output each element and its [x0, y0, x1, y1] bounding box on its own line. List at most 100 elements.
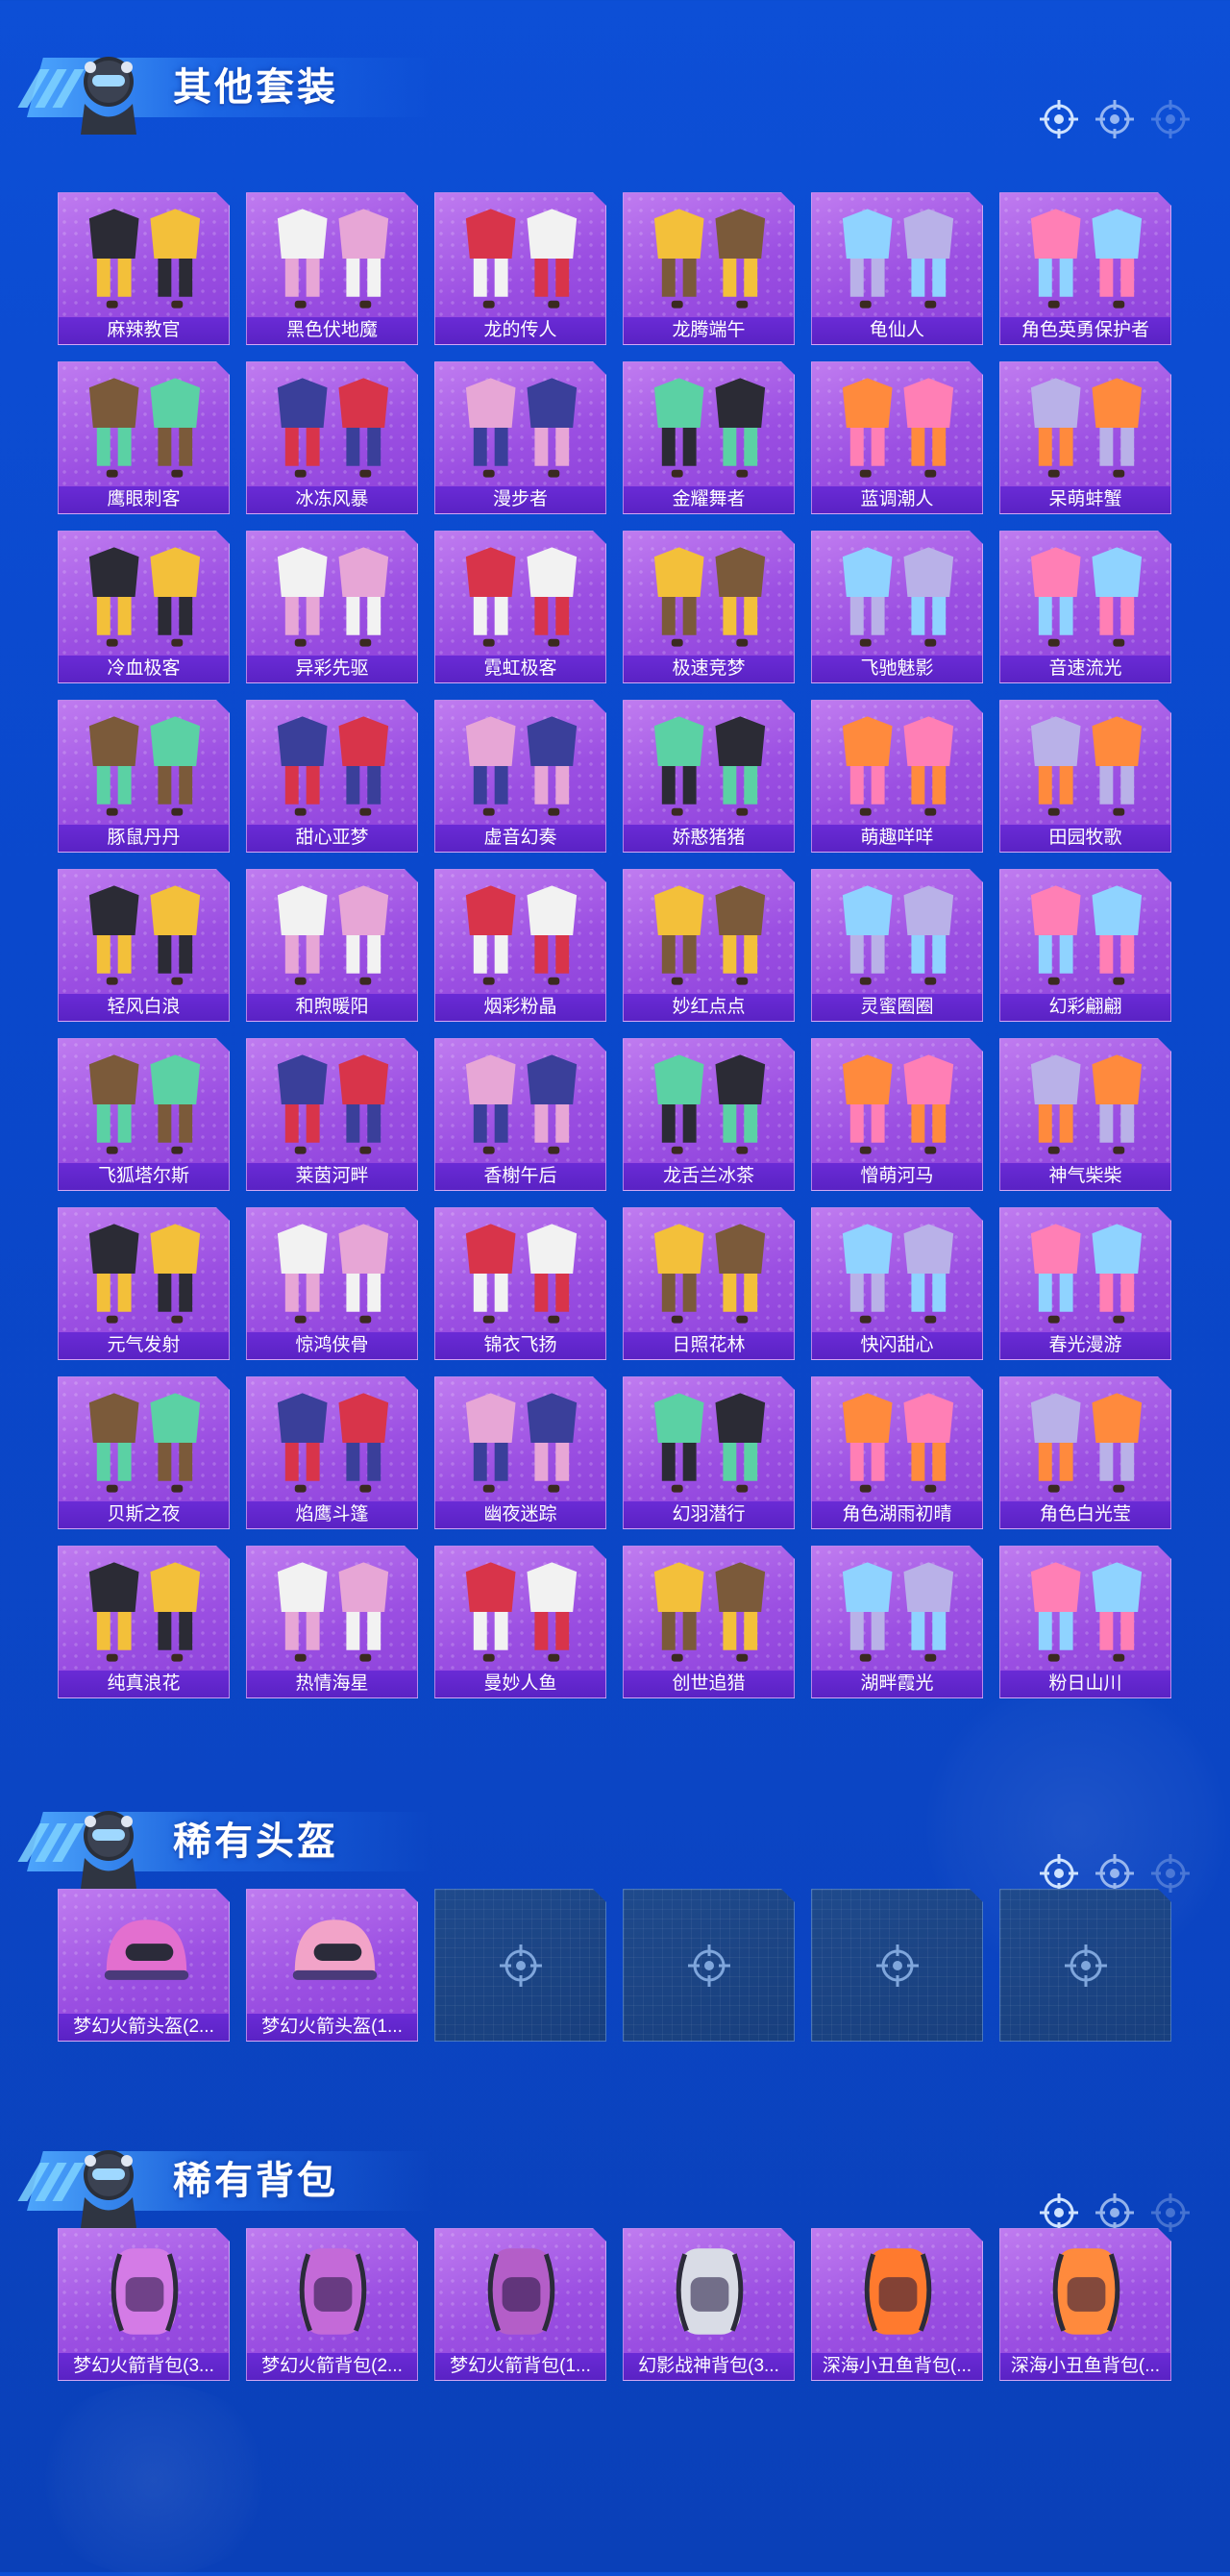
item-name: 神气柴柴	[1000, 1163, 1170, 1190]
item-card[interactable]: 和煦暖阳	[246, 869, 418, 1022]
item-card[interactable]: 幻彩翩翩	[999, 869, 1171, 1022]
item-card[interactable]: 极速竞梦	[623, 531, 795, 683]
item-card[interactable]: 憎萌河马	[811, 1038, 983, 1191]
item-card[interactable]: 黑色伏地魔	[246, 192, 418, 345]
outfit-image	[822, 706, 974, 822]
item-name: 春光漫游	[1000, 1332, 1170, 1359]
item-card[interactable]: 甜心亚梦	[246, 700, 418, 853]
item-card[interactable]: 呆萌蚌蟹	[999, 361, 1171, 514]
item-card[interactable]: 梦幻火箭背包(1...	[434, 2228, 606, 2381]
outfit-image	[257, 706, 409, 822]
item-card[interactable]: 创世追猎	[623, 1546, 795, 1698]
item-card[interactable]: 曼妙人鱼	[434, 1546, 606, 1698]
section-backpacks: 稀有背包 梦幻火箭背包(3... 梦幻火箭背包(2... 梦幻火箭背包(1... 幻影…	[0, 2093, 1230, 2190]
item-card[interactable]: 蓝调潮人	[811, 361, 983, 514]
item-card[interactable]: 粉日山川	[999, 1546, 1171, 1698]
crosshair-icon	[874, 1943, 921, 1989]
item-card[interactable]: 娇憨猪猪	[623, 700, 795, 853]
item-name: 角色英勇保护者	[1000, 317, 1170, 344]
item-card[interactable]: 焰鹰斗篷	[246, 1376, 418, 1529]
item-card[interactable]: 热情海星	[246, 1546, 418, 1698]
item-card[interactable]: 田园牧歌	[999, 700, 1171, 853]
item-name: 角色湖雨初晴	[812, 1501, 982, 1528]
item-card[interactable]: 冷血极客	[58, 531, 230, 683]
item-card[interactable]: 角色湖雨初晴	[811, 1376, 983, 1529]
item-card[interactable]: 漫步者	[434, 361, 606, 514]
outfit-image	[68, 199, 221, 314]
item-name: 轻风白浪	[59, 994, 229, 1021]
item-name: 漫步者	[435, 486, 605, 513]
item-card[interactable]: 惊鸿侠骨	[246, 1207, 418, 1360]
item-card[interactable]: 春光漫游	[999, 1207, 1171, 1360]
item-card[interactable]: 香榭午后	[434, 1038, 606, 1191]
item-card[interactable]: 梦幻火箭背包(3...	[58, 2228, 230, 2381]
item-card[interactable]: 麻辣教官	[58, 192, 230, 345]
item-card[interactable]: 萌趣咩咩	[811, 700, 983, 853]
item-name: 深海小丑鱼背包(...	[1000, 2353, 1170, 2380]
outfit-image	[257, 1383, 409, 1499]
item-card[interactable]: 龙舌兰冰茶	[623, 1038, 795, 1191]
item-name: 香榭午后	[435, 1163, 605, 1190]
item-card[interactable]: 鹰眼刺客	[58, 361, 230, 514]
item-name: 角色白光莹	[1000, 1501, 1170, 1528]
item-card[interactable]: 幻影战神背包(3...	[623, 2228, 795, 2381]
item-card[interactable]: 灵蜜圈圈	[811, 869, 983, 1022]
item-card[interactable]: 异彩先驱	[246, 531, 418, 683]
crosshair-icon	[1095, 100, 1134, 138]
item-name: 黑色伏地魔	[247, 317, 417, 344]
item-card[interactable]: 幻羽潜行	[623, 1376, 795, 1529]
outfit-image	[257, 1045, 409, 1160]
item-card[interactable]: 梦幻火箭背包(2...	[246, 2228, 418, 2381]
item-card[interactable]: 烟彩粉晶	[434, 869, 606, 1022]
item-card[interactable]: 角色白光莹	[999, 1376, 1171, 1529]
empty-slot	[811, 1889, 983, 2042]
outfit-image	[445, 876, 598, 991]
item-card[interactable]: 深海小丑鱼背包(...	[811, 2228, 983, 2381]
item-card[interactable]: 纯真浪花	[58, 1546, 230, 1698]
outfit-image	[68, 1214, 221, 1329]
item-name: 梦幻火箭背包(3...	[59, 2353, 229, 2380]
outfit-image	[633, 368, 786, 483]
item-card[interactable]: 龙的传人	[434, 192, 606, 345]
empty-slot	[434, 1889, 606, 2042]
item-card[interactable]: 梦幻火箭头盔(1...	[246, 1889, 418, 2042]
item-card[interactable]: 飞狐塔尔斯	[58, 1038, 230, 1191]
outfit-image	[822, 1383, 974, 1499]
item-name: 锦衣飞扬	[435, 1332, 605, 1359]
backpack-image	[257, 2235, 409, 2350]
mascot-icon	[81, 2150, 136, 2228]
item-card[interactable]: 冰冻风暴	[246, 361, 418, 514]
item-card[interactable]: 幽夜迷踪	[434, 1376, 606, 1529]
item-card[interactable]: 妙红点点	[623, 869, 795, 1022]
outfit-image	[257, 199, 409, 314]
item-card[interactable]: 湖畔霞光	[811, 1546, 983, 1698]
item-card[interactable]: 音速流光	[999, 531, 1171, 683]
item-card[interactable]: 轻风白浪	[58, 869, 230, 1022]
item-card[interactable]: 霓虹极客	[434, 531, 606, 683]
item-card[interactable]: 快闪甜心	[811, 1207, 983, 1360]
item-card[interactable]: 锦衣飞扬	[434, 1207, 606, 1360]
outfit-image	[1010, 1383, 1163, 1499]
item-card[interactable]: 龙腾端午	[623, 192, 795, 345]
item-card[interactable]: 飞驰魅影	[811, 531, 983, 683]
item-name: 幻彩翩翩	[1000, 994, 1170, 1021]
item-card[interactable]: 豚鼠丹丹	[58, 700, 230, 853]
item-name: 粉日山川	[1000, 1671, 1170, 1697]
item-card[interactable]: 贝斯之夜	[58, 1376, 230, 1529]
item-card[interactable]: 金耀舞者	[623, 361, 795, 514]
item-card[interactable]: 虚音幻奏	[434, 700, 606, 853]
item-name: 幽夜迷踪	[435, 1501, 605, 1528]
item-card[interactable]: 日照花林	[623, 1207, 795, 1360]
item-card[interactable]: 神气柴柴	[999, 1038, 1171, 1191]
item-card[interactable]: 龟仙人	[811, 192, 983, 345]
outfit-image	[445, 1045, 598, 1160]
item-card[interactable]: 元气发射	[58, 1207, 230, 1360]
item-card[interactable]: 梦幻火箭头盔(2...	[58, 1889, 230, 2042]
item-name: 幻影战神背包(3...	[624, 2353, 794, 2380]
item-card[interactable]: 莱茵河畔	[246, 1038, 418, 1191]
item-card[interactable]: 深海小丑鱼背包(...	[999, 2228, 1171, 2381]
item-card[interactable]: 角色英勇保护者	[999, 192, 1171, 345]
item-name: 甜心亚梦	[247, 825, 417, 852]
item-name: 极速竞梦	[624, 656, 794, 682]
helmet-image	[68, 1895, 221, 2011]
